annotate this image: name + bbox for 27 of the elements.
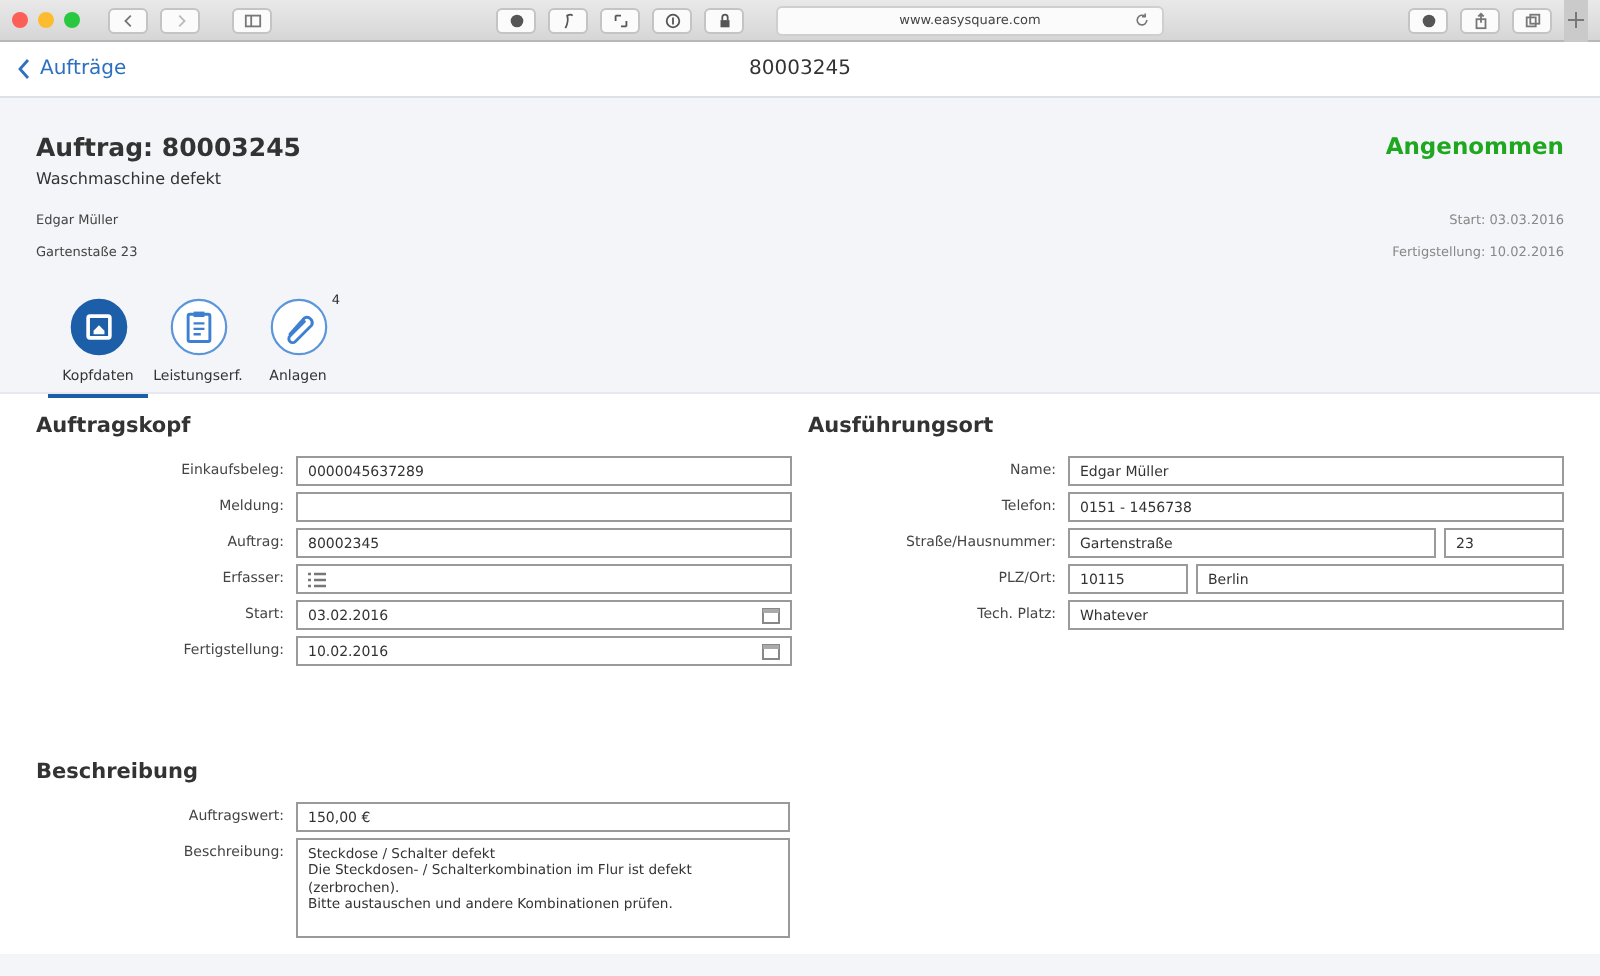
sidebar-icon[interactable] xyxy=(232,7,272,33)
status-label: Angenommen xyxy=(1385,132,1564,162)
info-icon[interactable] xyxy=(652,7,692,33)
list-icon xyxy=(308,571,326,587)
order-subtitle: Waschmaschine defekt xyxy=(36,170,222,188)
back-icon[interactable] xyxy=(108,7,148,33)
chevron-icon xyxy=(18,58,30,80)
share-icon[interactable] xyxy=(1460,7,1500,33)
input-field[interactable] xyxy=(296,492,792,522)
reload-icon[interactable] xyxy=(1134,11,1150,27)
new-tab-button[interactable] xyxy=(1564,0,1588,41)
calendar-icon xyxy=(762,643,780,659)
section-title: Auftragskopf xyxy=(36,414,193,438)
lock-icon[interactable] xyxy=(704,7,744,33)
order-title: Auftrag: 80003245 xyxy=(36,132,301,162)
back-link[interactable]: Aufträge xyxy=(18,58,127,80)
input-field[interactable] xyxy=(296,564,792,594)
resize-icon[interactable] xyxy=(600,7,640,33)
clipboard-icon xyxy=(169,298,227,356)
tabs-icon[interactable] xyxy=(1512,7,1552,33)
clip-icon xyxy=(269,298,327,356)
calendar-icon xyxy=(762,607,780,623)
section-title: Ausführungsort xyxy=(808,414,996,438)
section-title: Beschreibung xyxy=(36,760,200,784)
close-icon[interactable] xyxy=(12,12,28,28)
plus-icon xyxy=(1568,12,1584,28)
page-title: 80003245 xyxy=(749,58,851,80)
